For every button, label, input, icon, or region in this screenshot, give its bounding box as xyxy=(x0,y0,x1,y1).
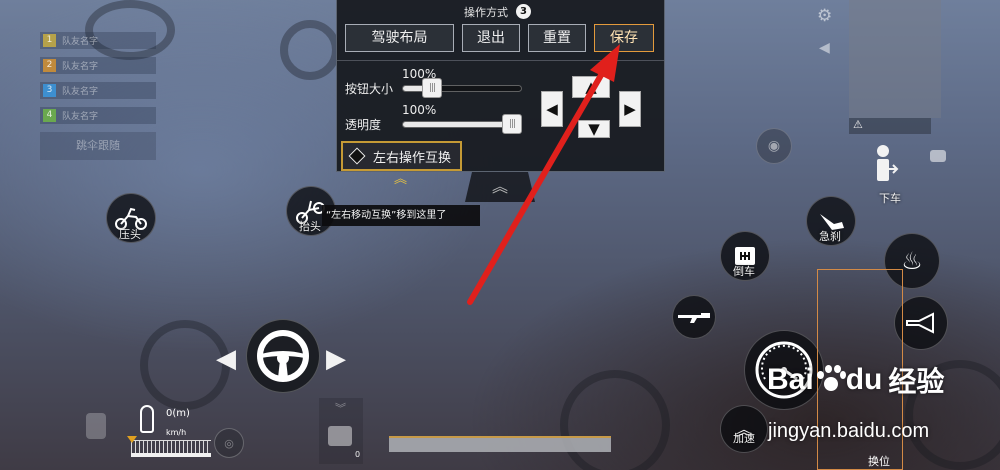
baidu-jingyan: 经验 xyxy=(888,365,945,398)
baidu-brand: Bai xyxy=(767,363,814,396)
baidu-watermark: Bai du 经验 xyxy=(767,360,944,400)
paw-logo-icon xyxy=(815,365,846,395)
baidu-brand-tail: du xyxy=(845,363,883,396)
baidu-url: jingyan.baidu.com xyxy=(768,420,930,442)
